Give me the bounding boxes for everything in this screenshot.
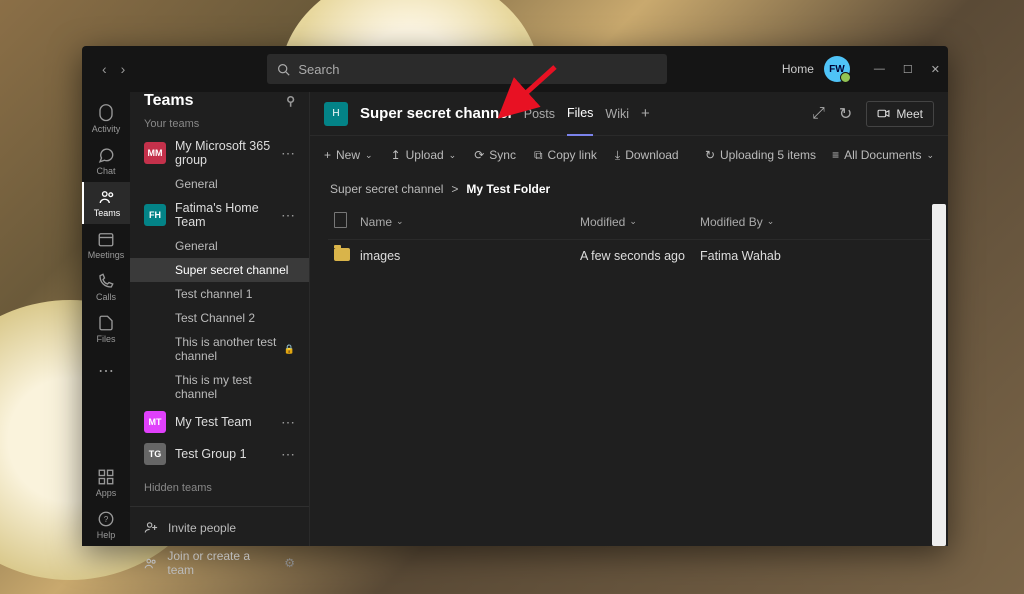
file-list: Name ⌄ Modified ⌄ Modified By ⌄ imagesA … <box>310 204 948 546</box>
back-button[interactable]: ‹ <box>102 61 107 77</box>
channel-item[interactable]: Test Channel 2 <box>130 306 309 330</box>
search-input[interactable]: Search <box>267 54 667 84</box>
col-modified-by[interactable]: Modified By ⌄ <box>700 212 860 231</box>
new-button[interactable]: + New ⌄ <box>324 148 373 162</box>
maximize-button[interactable]: ☐ <box>903 63 913 76</box>
teams-panel: Teams ⚲ Your teams MMMy Microsoft 365 gr… <box>130 92 310 546</box>
team-more-icon[interactable]: ⋯ <box>281 207 295 224</box>
invite-people[interactable]: Invite people <box>130 513 309 542</box>
avatar[interactable]: FW <box>824 56 850 82</box>
download-button[interactable]: ⤓ Download <box>615 148 679 163</box>
minimize-button[interactable]: — <box>874 63 885 76</box>
tab-files[interactable]: Files <box>567 92 593 136</box>
refresh-icon[interactable]: ↻ <box>839 104 852 124</box>
file-row[interactable]: imagesA few seconds agoFatima Wahab <box>328 240 930 272</box>
col-name[interactable]: Name ⌄ <box>360 212 580 231</box>
home-label[interactable]: Home <box>782 62 814 76</box>
uploading-status[interactable]: ↻ Uploading 5 items <box>705 148 816 162</box>
app-rail: Activity Chat Teams Meetings Calls Files… <box>82 92 130 546</box>
file-toolbar: + New ⌄ ↥ Upload ⌄ ⟳ Sync ⧉ Copy link ⤓ … <box>310 136 948 174</box>
rail-more[interactable]: ⋯ <box>82 350 130 392</box>
gear-icon[interactable]: ⚙ <box>284 556 295 570</box>
rail-calls[interactable]: Calls <box>82 266 130 308</box>
sync-button[interactable]: ⟳ Sync <box>474 148 516 162</box>
team-more-icon[interactable]: ⋯ <box>281 414 295 431</box>
breadcrumb-current: My Test Folder <box>466 182 550 196</box>
breadcrumb-root[interactable]: Super secret channel <box>330 182 443 196</box>
rail-help[interactable]: ?Help <box>82 504 130 546</box>
hidden-teams-label[interactable]: Hidden teams <box>130 470 309 506</box>
rail-chat[interactable]: Chat <box>82 140 130 182</box>
channel-item[interactable]: General <box>130 234 309 258</box>
copy-link-button[interactable]: ⧉ Copy link <box>534 148 597 163</box>
scrollbar[interactable] <box>932 204 946 546</box>
main-area: H Super secret channel Posts Files Wiki … <box>310 92 948 546</box>
upload-button[interactable]: ↥ Upload ⌄ <box>391 148 457 162</box>
team-row[interactable]: MTMy Test Team⋯ <box>130 406 309 438</box>
forward-button[interactable]: › <box>121 61 126 77</box>
your-teams-label: Your teams <box>130 110 309 134</box>
close-button[interactable]: ✕ <box>931 63 940 76</box>
team-row[interactable]: TGTest Group 1⋯ <box>130 438 309 470</box>
rail-files[interactable]: Files <box>82 308 130 350</box>
channel-item[interactable]: General <box>130 172 309 196</box>
expand-icon[interactable]: ⤢ <box>812 105 825 123</box>
team-more-icon[interactable]: ⋯ <box>281 145 295 162</box>
file-type-icon <box>334 212 347 228</box>
meet-button[interactable]: Meet <box>866 101 934 127</box>
team-row[interactable]: MMMy Microsoft 365 group⋯ <box>130 134 309 172</box>
add-tab-button[interactable]: + <box>641 91 650 136</box>
tab-posts[interactable]: Posts <box>524 93 555 135</box>
teams-window: ‹ › Search Home FW — ☐ ✕ Activity Chat T… <box>82 46 948 546</box>
team-row[interactable]: FHFatima's Home Team⋯ <box>130 196 309 234</box>
channel-item[interactable]: Test channel 1 <box>130 282 309 306</box>
rail-activity[interactable]: Activity <box>82 98 130 140</box>
rail-teams[interactable]: Teams <box>82 182 130 224</box>
channel-item[interactable]: This is my test channel <box>130 368 309 406</box>
channel-icon: H <box>324 102 348 126</box>
breadcrumb: Super secret channel > My Test Folder <box>310 174 948 204</box>
rail-apps[interactable]: Apps <box>82 462 130 504</box>
titlebar: ‹ › Search Home FW — ☐ ✕ <box>82 46 948 92</box>
svg-text:?: ? <box>104 515 109 524</box>
rail-meetings[interactable]: Meetings <box>82 224 130 266</box>
panel-title: Teams <box>144 92 194 110</box>
col-modified[interactable]: Modified ⌄ <box>580 212 700 231</box>
filter-icon[interactable]: ⚲ <box>286 94 295 108</box>
join-create-team[interactable]: Join or create a team ⚙ <box>130 542 309 584</box>
channel-title: Super secret channel <box>360 105 512 122</box>
team-more-icon[interactable]: ⋯ <box>281 446 295 463</box>
search-placeholder: Search <box>298 62 339 77</box>
folder-icon <box>334 248 350 261</box>
all-documents-dropdown[interactable]: ≡ All Documents ⌄ <box>832 148 934 162</box>
tab-wiki[interactable]: Wiki <box>605 93 629 135</box>
channel-item[interactable]: This is another test channel🔒 <box>130 330 309 368</box>
channel-item[interactable]: Super secret channel <box>130 258 309 282</box>
lock-icon: 🔒 <box>284 344 295 355</box>
